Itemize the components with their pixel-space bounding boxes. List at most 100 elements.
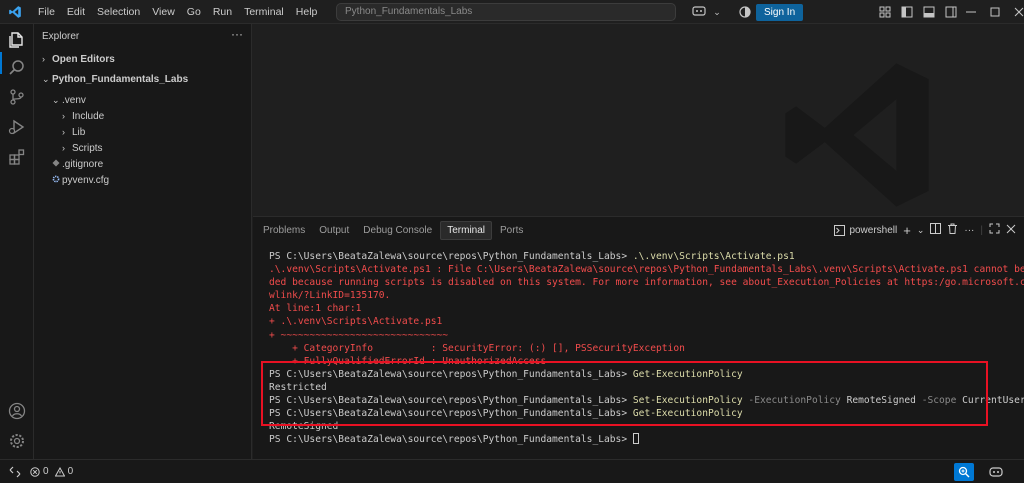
source-control-icon[interactable]: [5, 85, 29, 109]
extensions-icon[interactable]: [5, 145, 29, 169]
terminal-cursor: [632, 433, 639, 445]
maximize-icon[interactable]: [986, 3, 1004, 21]
terminal-line: PS C:\Users\BeataZalewa\source\repos\Pyt…: [269, 433, 1009, 446]
accounts-icon[interactable]: [5, 399, 29, 423]
tree-item-label: pyvenv.cfg: [62, 175, 110, 186]
terminal-prompt: PS C:\Users\BeataZalewa\source\repos\Pyt…: [269, 251, 633, 262]
tree-item-label: Scripts: [72, 143, 103, 154]
terminal-prompt: PS C:\Users\BeataZalewa\source\repos\Pyt…: [269, 434, 633, 446]
terminal-line: + CategoryInfo : SecurityError: (:) [], …: [269, 342, 1009, 355]
toggle-secondary-sidebar-icon[interactable]: [942, 3, 960, 21]
chevron-down-icon: ⌄: [42, 74, 50, 84]
explorer-icon[interactable]: [5, 28, 29, 52]
menu-item-help[interactable]: Help: [290, 0, 324, 24]
chevron-down-icon[interactable]: ⌄: [917, 225, 925, 236]
terminal-error-text: + .\.venv\Scripts\Activate.ps1: [269, 316, 443, 328]
command-center-search[interactable]: Python_Fundamentals_Labs: [336, 3, 676, 21]
divider: |: [980, 224, 983, 236]
chevron-right-icon: ›: [62, 111, 65, 121]
terminal-line: + .\.venv\Scripts\Activate.ps1: [269, 315, 1009, 328]
git-icon: [52, 156, 62, 172]
problems-indicator[interactable]: 0 0: [30, 466, 73, 477]
terminal-actions: powershell + ⌄ ··· |: [834, 221, 1016, 239]
account-globe-icon[interactable]: [736, 3, 754, 21]
tree-item[interactable]: › Scripts: [34, 140, 252, 156]
error-icon: [30, 466, 40, 477]
zoom-icon[interactable]: [954, 463, 974, 481]
menu-item-terminal[interactable]: Terminal: [238, 0, 290, 24]
project-folder-section[interactable]: ⌄ Python_Fundamentals_Labs: [34, 71, 252, 87]
minimize-icon[interactable]: [962, 3, 980, 21]
split-terminal-icon[interactable]: [930, 223, 942, 237]
chevron-down-icon[interactable]: ⌄: [708, 3, 726, 21]
tab-terminal[interactable]: Terminal: [440, 220, 493, 240]
customize-layout-icon[interactable]: [876, 3, 894, 21]
close-icon[interactable]: [1010, 3, 1024, 21]
gear-icon: [52, 172, 62, 188]
terminal-line: + ~~~~~~~~~~~~~~~~~~~~~~~~~~~~~: [269, 329, 1009, 342]
terminal-error-text: + ~~~~~~~~~~~~~~~~~~~~~~~~~~~~~: [269, 329, 449, 341]
terminal-line: .\.venv\Scripts\Activate.ps1 : File C:\U…: [269, 263, 1024, 276]
activity-bar: [0, 24, 34, 459]
close-panel-icon[interactable]: [1006, 224, 1016, 237]
terminal-line: wlink/?LinkID=135170.: [269, 289, 1009, 302]
menu-item-edit[interactable]: Edit: [61, 0, 91, 24]
more-actions-icon[interactable]: ···: [231, 27, 243, 41]
menu-item-selection[interactable]: Selection: [91, 0, 146, 24]
toggle-panel-icon[interactable]: [920, 3, 938, 21]
terminal-line: ded because running scripts is disabled …: [269, 276, 1024, 289]
title-bar: FileEditSelectionViewGoRunTerminalHelp ←…: [0, 0, 1024, 24]
trash-icon[interactable]: [947, 223, 958, 237]
remote-icon[interactable]: [0, 460, 30, 483]
menu-item-file[interactable]: File: [32, 0, 61, 24]
tree-item-label: .gitignore: [62, 159, 104, 170]
highlight-annotation-box: [261, 361, 988, 426]
terminal-error-text: .\.venv\Scripts\Activate.ps1 : File C:\U…: [269, 264, 1024, 276]
more-actions-icon[interactable]: ···: [964, 225, 974, 236]
menu-item-go[interactable]: Go: [181, 0, 207, 24]
tree-item[interactable]: .gitignore: [34, 156, 252, 172]
tree-item[interactable]: › Lib: [34, 124, 252, 140]
tab-ports[interactable]: Ports: [494, 222, 529, 239]
run-debug-icon[interactable]: [5, 115, 29, 139]
tab-output[interactable]: Output: [313, 222, 355, 239]
terminal-command-part: .\.venv\Scripts\Activate.ps1: [632, 251, 795, 262]
vscode-watermark-icon: [785, 63, 929, 207]
tree-item-label: Include: [72, 111, 105, 122]
menu-bar: File Edit Selection View Go Run Terminal Help: [32, 0, 323, 24]
warning-icon: [54, 466, 65, 476]
copilot-chat-icon[interactable]: [690, 3, 708, 21]
terminal-error-text: ded because running scripts is disabled …: [269, 277, 1024, 289]
terminal-line: At line:1 char:1: [269, 302, 1009, 315]
settings-gear-icon[interactable]: [5, 429, 29, 453]
tab-problems[interactable]: Problems: [257, 222, 311, 239]
copilot-icon[interactable]: [988, 464, 1004, 480]
sign-in-button[interactable]: Sign In: [756, 3, 804, 21]
maximize-panel-icon[interactable]: [989, 223, 1000, 237]
tree-item[interactable]: ⌄ .venv: [34, 92, 252, 108]
new-terminal-plus-icon[interactable]: +: [903, 223, 911, 238]
tree-item[interactable]: › Include: [34, 108, 252, 124]
status-bar: 0 0: [0, 459, 1024, 483]
menu-item-run[interactable]: Run: [207, 0, 238, 24]
active-indicator: [0, 52, 2, 74]
open-editors-section[interactable]: › Open Editors: [34, 51, 252, 67]
terminal-error-text: + CategoryInfo : SecurityError: (:) [], …: [269, 342, 685, 354]
copilot-area: ⌄: [690, 0, 726, 24]
terminal-profile[interactable]: powershell: [834, 224, 897, 236]
chevron-right-icon: ›: [62, 127, 65, 137]
tree-item-label: .venv: [62, 95, 86, 106]
tab-debug-console[interactable]: Debug Console: [357, 222, 438, 239]
terminal-icon: [834, 224, 846, 236]
tree-item[interactable]: pyvenv.cfg: [34, 172, 252, 188]
toggle-primary-sidebar-icon[interactable]: [898, 3, 916, 21]
chevron-right-icon: ›: [62, 143, 65, 153]
chevron-down-icon: ⌄: [52, 95, 60, 105]
terminal-error-text: At line:1 char:1: [269, 303, 362, 315]
menu-item-view[interactable]: View: [146, 0, 181, 24]
editor-area: [253, 24, 1024, 216]
explorer-sidebar: Explorer ··· › Open Editors ⌄ Python_Funda…: [34, 24, 252, 459]
search-icon[interactable]: [5, 56, 29, 80]
terminal-error-text: wlink/?LinkID=135170.: [269, 290, 391, 302]
sidebar-title: Explorer: [42, 31, 80, 42]
